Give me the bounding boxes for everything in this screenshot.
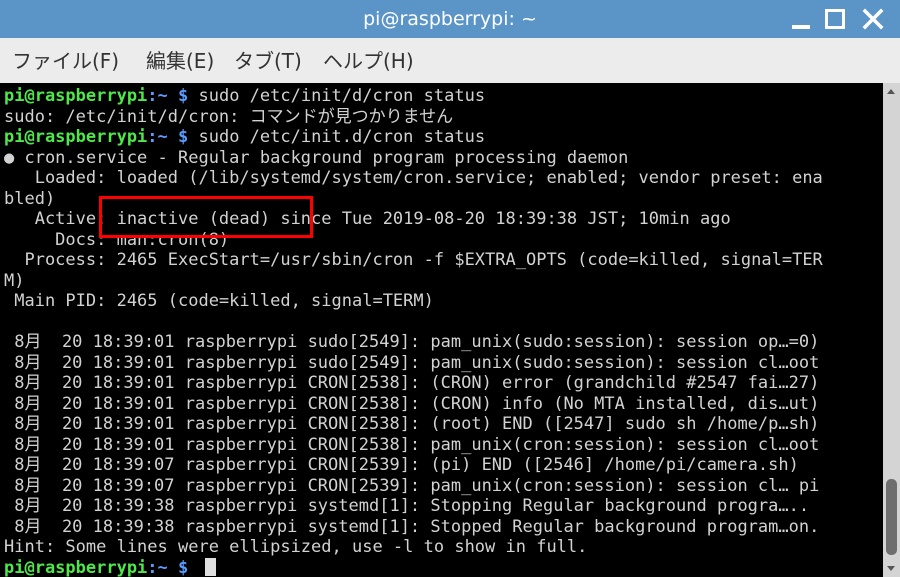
scroll-up-icon[interactable] xyxy=(883,83,900,99)
prompt-path: :~ $ xyxy=(147,127,199,147)
prompt-path: :~ $ xyxy=(147,86,199,106)
command-text: sudo /etc/init.d/cron status xyxy=(198,127,486,147)
output-line: 8月 20 18:39:01 raspberrypi CRON[2538]: p… xyxy=(4,434,820,455)
menu-file[interactable]: ファイル(F) xyxy=(12,38,119,83)
window-title: pi@raspberrypi: ~ xyxy=(363,8,537,30)
title-bar[interactable]: pi@raspberrypi: ~ xyxy=(0,0,900,38)
output-line: Loaded: loaded (/lib/systemd/system/cron… xyxy=(4,168,823,188)
prompt-path: :~ $ xyxy=(147,557,199,577)
active-status-highlight xyxy=(99,196,313,238)
prompt-user-host: pi@raspberrypi xyxy=(4,557,148,577)
output-line: 8月 20 18:39:07 raspberrypi CRON[2539]: (… xyxy=(4,455,799,475)
output-line: 8月 20 18:39:01 raspberrypi sudo[2549]: p… xyxy=(4,332,820,352)
minimize-icon[interactable] xyxy=(788,6,814,32)
output-line: 8月 20 18:39:07 raspberrypi CRON[2539]: p… xyxy=(4,475,820,496)
prompt-line: pi@raspberrypi:~ $ sudo /etc/init/d/cron… xyxy=(4,86,823,107)
menu-edit[interactable]: 編集(E) xyxy=(146,38,214,83)
menu-help[interactable]: ヘルプ(H) xyxy=(323,38,414,83)
output-line: 8月 20 18:39:38 raspberrypi systemd[1]: S… xyxy=(4,516,820,537)
scrollbar-thumb[interactable] xyxy=(886,479,897,555)
prompt-line: pi@raspberrypi:~ $ sudo /etc/init.d/cron… xyxy=(4,127,823,148)
output-line: 8月 20 18:39:01 raspberrypi CRON[2538]: (… xyxy=(4,393,820,414)
terminal-window: pi@raspberrypi: ~ ファイル(F) 編集(E) タブ(T) ヘル… xyxy=(0,0,900,577)
output-line: 8月 20 18:39:01 raspberrypi CRON[2538]: (… xyxy=(4,414,820,434)
scroll-down-icon[interactable] xyxy=(883,561,900,577)
menu-tab[interactable]: タブ(T) xyxy=(234,38,302,83)
output-line: Hint: Some lines were ellipsized, use -l… xyxy=(4,537,588,557)
output-line: Main PID: 2465 (code=killed, signal=TERM… xyxy=(4,291,434,311)
output-line: 8月 20 18:39:01 raspberrypi sudo[2549]: p… xyxy=(4,352,820,373)
prompt-line: pi@raspberrypi:~ $ xyxy=(4,557,823,577)
prompt-user-host: pi@raspberrypi xyxy=(4,86,148,106)
output-line xyxy=(4,312,823,333)
text-cursor xyxy=(205,557,217,576)
output-line: ● cron.service - Regular background prog… xyxy=(4,147,629,168)
menu-bar: ファイル(F) 編集(E) タブ(T) ヘルプ(H) xyxy=(0,38,900,83)
prompt-user-host: pi@raspberrypi xyxy=(4,127,148,147)
maximize-icon[interactable] xyxy=(822,6,848,32)
vertical-scrollbar[interactable] xyxy=(883,83,900,577)
terminal-output[interactable]: pi@raspberrypi:~ $ sudo /etc/init/d/cron… xyxy=(0,83,883,577)
terminal-lines: pi@raspberrypi:~ $ sudo /etc/init/d/cron… xyxy=(4,86,823,577)
command-text: sudo /etc/init/d/cron status xyxy=(198,86,486,106)
output-line: Process: 2465 ExecStart=/usr/sbin/cron -… xyxy=(4,250,823,270)
close-icon[interactable] xyxy=(860,6,886,32)
output-line: 8月 20 18:39:01 raspberrypi CRON[2538]: (… xyxy=(4,373,820,393)
output-line: sudo: /etc/init/d/cron: コマンドが見つかりません xyxy=(4,106,454,127)
output-line: 8月 20 18:39:38 raspberrypi systemd[1]: S… xyxy=(4,496,810,516)
output-line: M) xyxy=(4,270,25,291)
